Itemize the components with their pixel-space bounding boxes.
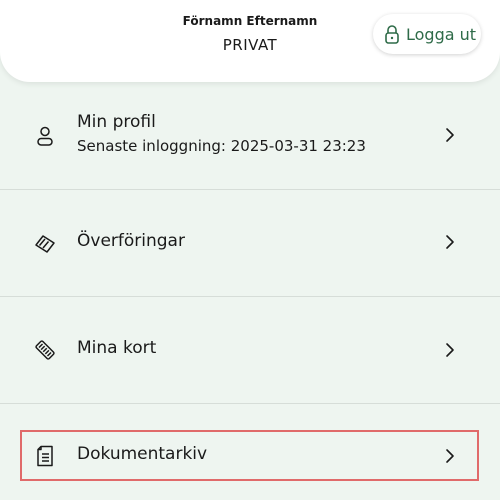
menu-item-title: Överföringar <box>77 231 185 251</box>
chevron-right-icon <box>443 127 457 143</box>
menu-item-mina-kort[interactable]: Mina kort <box>0 297 500 403</box>
user-icon <box>34 125 56 147</box>
menu-item-title: Mina kort <box>77 338 157 358</box>
chevron-right-icon <box>443 234 457 250</box>
selection-highlight <box>20 430 479 481</box>
menu-item-title: Min profil <box>77 112 156 132</box>
card-icon <box>34 339 56 361</box>
menu-item-subtitle: Senaste inloggning: 2025-03-31 23:23 <box>77 137 366 155</box>
transfer-icon <box>34 232 56 254</box>
chevron-right-icon <box>443 342 457 358</box>
logout-button[interactable]: Logga ut <box>373 14 481 54</box>
logout-label: Logga ut <box>406 24 477 44</box>
menu-item-min-profil[interactable]: Min profil Senaste inloggning: 2025-03-3… <box>0 83 500 189</box>
menu-item-overforingar[interactable]: Överföringar <box>0 190 500 296</box>
app-header: Förnamn Efternamn PRIVAT Logga ut <box>0 0 500 82</box>
lock-icon <box>384 24 400 44</box>
